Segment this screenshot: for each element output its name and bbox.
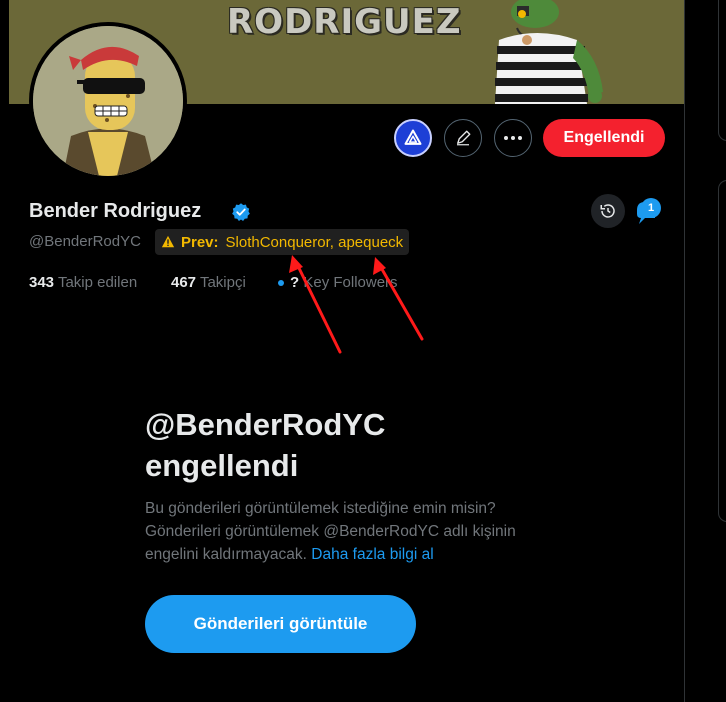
following-label: Takip edilen: [57, 274, 138, 291]
previous-names-list: SlothConqueror, apequeck: [225, 233, 404, 251]
blocked-notice-description: Bu gönderileri görüntülemek istediğine e…: [145, 497, 545, 566]
avatar-image: [33, 26, 183, 176]
key-followers-dot-icon: [278, 280, 284, 287]
learn-more-link[interactable]: Daha fazla bilgi al: [311, 546, 433, 563]
verified-badge-icon[interactable]: [231, 202, 251, 222]
view-posts-button[interactable]: Gönderileri görüntüle: [145, 595, 416, 653]
blocked-notice-title-line1: @BenderRodYC: [145, 407, 386, 442]
more-dots-icon: [504, 136, 522, 140]
more-options-button[interactable]: [494, 119, 532, 157]
annotation-arrowhead-2: [373, 257, 386, 275]
profile-name: Bender Rodriguez: [29, 200, 202, 222]
blocked-notice-title-line2: engellendi: [145, 448, 299, 483]
following-stat[interactable]: 343 Takip edilen: [29, 274, 137, 291]
annotation-arrowhead-1: [289, 255, 303, 273]
app-extension-button[interactable]: [394, 119, 432, 157]
key-followers-count: ?: [290, 274, 300, 291]
blocked-button[interactable]: Engellendi: [543, 119, 665, 157]
triangle-logo-icon: [404, 129, 422, 145]
followers-count: 467: [171, 274, 197, 291]
blocked-notice-title: @BenderRodYC engellendi: [145, 404, 485, 486]
key-followers-stat[interactable]: ? Key Followers: [278, 274, 398, 291]
avatar[interactable]: [29, 22, 187, 180]
banner-character-image: [495, 0, 603, 104]
previous-names-badge: Prev: SlothConqueror, apequeck: [155, 229, 410, 255]
right-sidebar-card: [718, 0, 726, 141]
followers-stat[interactable]: 467 Takipçi: [171, 274, 246, 291]
banner-text: RODRIGUEZ: [227, 2, 462, 42]
notification-badge: 1: [641, 198, 661, 218]
right-sidebar-card-2: [718, 180, 726, 522]
key-followers-label: Key Followers: [303, 274, 398, 291]
following-count: 343: [29, 274, 55, 291]
edit-button[interactable]: [444, 119, 482, 157]
history-button[interactable]: [591, 194, 625, 228]
profile-handle: @BenderRodYC: [29, 233, 141, 250]
pencil-icon: [457, 130, 471, 146]
previous-names-label: Prev:: [181, 233, 219, 251]
history-clock-icon: [600, 204, 615, 218]
followers-label: Takipçi: [199, 274, 246, 291]
left-edge: [0, 0, 9, 702]
warning-icon: [161, 235, 175, 248]
